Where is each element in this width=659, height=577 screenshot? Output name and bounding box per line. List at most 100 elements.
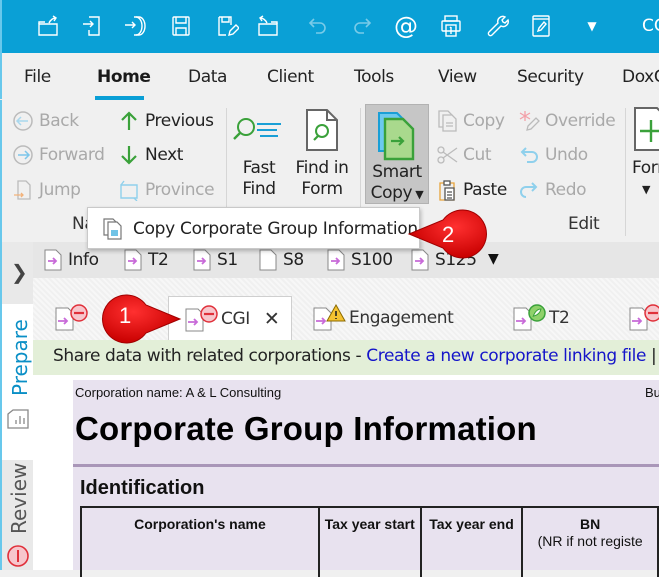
tab-cgi[interactable]: CGI ✕ (168, 296, 293, 340)
title-divider (73, 464, 659, 467)
find-in-form-icon (306, 109, 338, 151)
callout-1: 1 (95, 290, 185, 352)
linked-form-icon (124, 249, 142, 271)
arrow-down-icon (118, 144, 140, 166)
column-header-corporation-name: Corporation's name (80, 506, 320, 577)
linked-form-icon (193, 249, 211, 271)
corporation-name-label: Corporation name: A & L Consulting (75, 385, 282, 400)
dropdown-arrow-icon: ▼ (412, 188, 424, 201)
find-in-form-button[interactable]: Find in Form (293, 108, 351, 200)
expand-sidebar-icon[interactable]: ❯ (11, 260, 28, 284)
import-icon[interactable] (79, 13, 105, 39)
dropdown-arrow-icon: ▼ (642, 183, 651, 196)
copy-document-icon (102, 218, 124, 244)
next-button[interactable]: Next (118, 144, 183, 166)
identification-table: Corporation's name Tax year start Tax ye… (80, 506, 659, 577)
open-recent-icon[interactable] (255, 13, 281, 39)
smart-copy-dropdown: Copy Corporate Group Information (87, 207, 420, 249)
menu-security[interactable]: Security (517, 67, 584, 87)
customize-dropdown-icon[interactable]: ▼ (579, 13, 605, 39)
copy-button[interactable]: Copy (436, 110, 505, 132)
form-item-info[interactable]: Info (44, 249, 99, 271)
title-bar: @ ▼ CG (0, 0, 659, 53)
window-title: CG (642, 16, 659, 36)
form-error-icon (629, 304, 659, 331)
cut-button[interactable]: Cut (436, 144, 492, 166)
column-header-tax-year-end: Tax year end (419, 506, 524, 577)
smart-copy-button[interactable]: Smart Copy ▼ (365, 104, 429, 204)
create-linking-file-link[interactable]: Create a new corporate linking file (366, 346, 646, 366)
rollforward-icon[interactable] (122, 13, 148, 39)
forward-icon (12, 144, 34, 166)
copy-corporate-group-information-item[interactable]: Copy Corporate Group Information (133, 219, 418, 239)
smart-copy-icon (378, 112, 415, 161)
print-icon[interactable] (438, 13, 464, 39)
jump-button[interactable]: Jump (12, 179, 81, 201)
forward-button[interactable]: Forward (12, 144, 105, 166)
section-title: Identification (80, 477, 205, 499)
new-form-icon (634, 107, 659, 151)
save-icon[interactable] (168, 13, 194, 39)
edit-group-label: Edit (568, 214, 600, 234)
form-item-s1[interactable]: S1 (193, 249, 238, 271)
scissors-icon (436, 144, 458, 166)
override-icon (518, 110, 540, 132)
email-icon[interactable]: @ (393, 12, 419, 40)
form-item-s100[interactable]: S100 (327, 249, 393, 271)
info-separator: | (651, 346, 657, 366)
menu-tools[interactable]: Tools (354, 67, 394, 87)
form-item-s8[interactable]: S8 (259, 249, 304, 271)
paste-button[interactable]: Paste (436, 179, 507, 201)
tab-t2[interactable]: T2 (513, 296, 570, 340)
business-number-label: Bu (645, 385, 659, 400)
form-item-t2[interactable]: T2 (124, 249, 169, 271)
undo-icon (518, 144, 540, 166)
redo-button[interactable]: Redo (518, 179, 587, 201)
menu-doxcycle[interactable]: DoxC (622, 67, 659, 87)
form-error-icon (55, 304, 88, 331)
wrench-icon[interactable] (484, 13, 510, 39)
province-icon (118, 179, 140, 201)
back-icon (12, 110, 34, 132)
save-as-icon[interactable] (214, 13, 240, 39)
undo-icon[interactable] (304, 13, 330, 39)
tab-engagement[interactable]: Engagement (313, 296, 454, 340)
linked-form-icon (327, 249, 345, 271)
open-folder-icon[interactable] (35, 13, 61, 39)
column-header-tax-year-start: Tax year start (317, 506, 422, 577)
menu-client[interactable]: Client (267, 67, 314, 87)
copy-icon (436, 110, 458, 132)
menu-home[interactable]: Home (97, 67, 151, 87)
province-button[interactable]: Province (118, 179, 215, 201)
callout-2: 2 (405, 206, 495, 268)
menu-file[interactable]: File (24, 67, 51, 87)
redo-icon (518, 179, 540, 201)
column-header-bn: BN (NR if not registe (521, 506, 659, 577)
callout-marker-icon (102, 294, 182, 344)
fast-find-button[interactable]: Fast Find (232, 110, 286, 200)
document-area: Corporation name: A & L Consulting Bu Co… (33, 375, 659, 577)
arrow-up-icon (118, 110, 140, 132)
menu-data[interactable]: Data (188, 67, 227, 87)
undo-button[interactable]: Undo (518, 144, 588, 166)
close-tab-icon[interactable]: ✕ (264, 308, 280, 330)
tab-form-1[interactable] (55, 296, 91, 340)
fast-find-icon (233, 118, 281, 140)
form-warning-icon (313, 304, 346, 331)
tab-form-5[interactable] (629, 296, 659, 340)
back-button[interactable]: Back (12, 110, 79, 132)
previous-button[interactable]: Previous (118, 110, 214, 132)
sidebar-review-tab[interactable]: Review (2, 463, 35, 570)
ribbon-separator (625, 108, 626, 236)
menu-bar: File Home Data Client Tools View Securit… (0, 53, 659, 99)
edit-form-icon[interactable] (528, 13, 554, 39)
override-button[interactable]: Override (518, 110, 616, 132)
form-page: Corporation name: A & L Consulting Bu Co… (73, 380, 659, 577)
jump-icon (12, 179, 34, 201)
menu-view[interactable]: View (438, 67, 477, 87)
form-button[interactable]: Form ▼ (632, 106, 659, 200)
sidebar-prepare-tab[interactable]: Prepare (2, 304, 35, 460)
linked-form-icon (44, 249, 62, 271)
prepare-form-icon (7, 409, 29, 429)
redo-icon[interactable] (350, 13, 376, 39)
